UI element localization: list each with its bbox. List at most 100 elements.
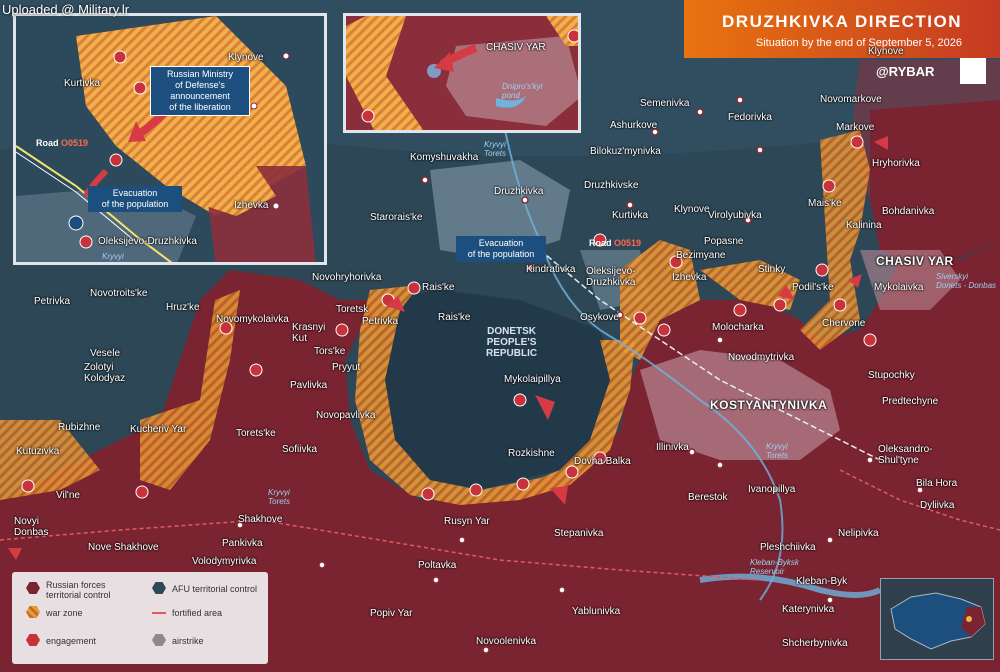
- settlement-label: Novopavlivka: [316, 410, 376, 421]
- mod-announcement-callout: Russian Ministry of Defense's announceme…: [150, 66, 250, 116]
- settlement-label: Tors'ke: [314, 346, 346, 357]
- legend-war-zone-swatch: [26, 606, 40, 618]
- river-label-3: Kryvyi Torets: [766, 442, 788, 460]
- settlement-label: Katerynivka: [782, 604, 835, 615]
- settlement-label: Kleban-Byk: [796, 576, 848, 587]
- inset-top-map: [346, 16, 578, 130]
- settlement-label: Rusyn Yar: [444, 516, 490, 527]
- settlement-label: Rozkishne: [508, 448, 555, 459]
- settlement-label: Ashurkove: [610, 120, 658, 131]
- settlement-label: Podil's'ke: [792, 282, 834, 293]
- map-title: Druzhkivka direction: [722, 12, 962, 31]
- airstrike-icon: [152, 634, 166, 646]
- settlement-label: Toretsk: [336, 304, 369, 315]
- settlement-label: Torets'ke: [236, 428, 276, 439]
- river-label-4: Siverskyi Donets - Donbas: [936, 272, 997, 290]
- settlement-label: Klynove: [868, 46, 904, 57]
- river-label-1: Kryvyi Torets: [484, 140, 506, 158]
- settlement-label: Zolotyi Kolodyaz: [84, 362, 126, 384]
- settlement-label: Popiv Yar: [370, 608, 413, 619]
- inset-river-label: Kryvyi Torets: [102, 252, 124, 262]
- map-subtitle: Situation by the end of September 5, 202…: [755, 37, 962, 49]
- settlement-label: Izhevka: [672, 272, 707, 283]
- legend-airstrike: airstrike: [172, 636, 204, 646]
- settlement-label: Bilokuz'mynivka: [590, 146, 661, 157]
- settlement-label: Kutuzivka: [16, 446, 60, 457]
- settlement-label: Druzhkivka: [494, 186, 544, 197]
- settlement-label: Hruz'ke: [166, 302, 200, 313]
- legend-fortified: fortified area: [172, 608, 223, 618]
- main-road-label: Road O0519: [589, 238, 642, 248]
- settlement-label: KOSTYANTYNIVKA: [710, 398, 828, 412]
- river-label-2: Kryvyi Torets: [268, 488, 290, 506]
- legend-russian: Russian forces territorial control: [46, 580, 111, 600]
- settlement-label: Sofiivka: [282, 444, 318, 455]
- settlement-label: Novodmytrivka: [728, 352, 795, 363]
- settlement-label: Dovha Balka: [574, 456, 631, 467]
- settlement-label: Rais'ke: [422, 282, 455, 293]
- settlement-label: Bila Hora: [916, 478, 958, 489]
- settlement-label: Nelipivka: [838, 528, 879, 539]
- settlement-label: Starorais'ke: [370, 212, 423, 223]
- inset-left: Klynove Kurtivka Izhevka Oleksijevo-Druz…: [14, 14, 326, 264]
- settlement-label: Mais'ke: [808, 198, 842, 209]
- inset-settlement-klynove: Klynove: [228, 52, 264, 63]
- settlement-label: Stepanivka: [554, 528, 604, 539]
- inset-top-city: CHASIV YAR: [486, 42, 546, 53]
- settlement-label: Yablunivka: [572, 606, 621, 617]
- settlement-label: Pryyut: [332, 362, 361, 373]
- settlement-label: CHASIV YAR: [876, 254, 954, 268]
- settlement-label: Kindrativka: [526, 264, 576, 275]
- legend-afu: AFU territorial control: [172, 584, 258, 594]
- main-evacuation-callout: Evacuation of the population: [456, 236, 546, 262]
- brand-logo: @RYBAR: [876, 64, 935, 79]
- settlement-label: Fedorivka: [728, 112, 772, 123]
- map-header: Druzhkivka direction Situation by the en…: [684, 0, 1000, 58]
- ukraine-outline-icon: [890, 592, 986, 650]
- settlement-label: Kucheriv Yar: [130, 424, 187, 435]
- inset-settlement-kurtivka: Kurtivka: [64, 78, 101, 89]
- settlement-label: Markove: [836, 122, 875, 133]
- settlement-label: Pankivka: [222, 538, 263, 549]
- settlement-label: Illinivka: [656, 442, 689, 453]
- settlement-label: Nove Shakhove: [88, 542, 159, 553]
- settlement-label: Pavlivka: [290, 380, 328, 391]
- settlement-label: Semenivka: [640, 98, 690, 109]
- settlement-label: Volodymyrivka: [192, 556, 257, 567]
- upload-watermark: Uploaded @ Military.lr: [2, 2, 130, 17]
- settlement-label: Kalinina: [846, 220, 882, 231]
- settlement-label: Ivanopillya: [748, 484, 796, 495]
- settlement-label: Oleksijevo- Druzhkivka: [586, 266, 636, 288]
- inset-settlement-izhevka: Izhevka: [234, 200, 269, 211]
- settlement-label: Vil'ne: [56, 490, 80, 501]
- river-label-5: Kleban-Byksk Reservoir: [750, 558, 799, 576]
- settlement-label: Klynove: [674, 204, 710, 215]
- settlement-label: Stinky: [758, 264, 786, 275]
- region-label: DONETSK PEOPLE'S REPUBLIC: [486, 326, 538, 359]
- ukraine-minimap: [880, 578, 994, 660]
- qr-code-icon: [960, 58, 986, 84]
- settlement-label: Berestok: [688, 492, 728, 503]
- settlement-label: Hryhorivka: [872, 158, 920, 169]
- inset-evacuation-callout: Evacuation of the population: [88, 186, 182, 212]
- settlement-label: Dyliivka: [920, 500, 955, 511]
- settlement-label: Oleksandro- Shul'tyne: [878, 444, 933, 466]
- engagement-icon: [26, 634, 40, 646]
- inset-settlement-oleksijevo: Oleksijevo-Druzhkivka: [98, 236, 197, 247]
- settlement-label: Osykove: [580, 312, 619, 323]
- settlement-label: Shcherbynivka: [782, 638, 848, 649]
- inset-top-pond: Dnipro's'kyi pond: [502, 82, 543, 100]
- settlement-label: Predtechyne: [882, 396, 939, 407]
- legend-afu-swatch: [152, 582, 166, 594]
- settlement-label: Mykolaipillya: [504, 374, 561, 385]
- settlement-label: Petrivka: [34, 296, 71, 307]
- settlement-label: Rais'ke: [438, 312, 471, 323]
- settlement-label: Popasne: [704, 236, 744, 247]
- settlement-label: Petrivka: [362, 316, 399, 327]
- settlement-label: Stupochky: [868, 370, 915, 381]
- legend: Russian forces territorial control AFU t…: [12, 572, 268, 664]
- settlement-label: Druzhkivske: [584, 180, 639, 191]
- settlement-label: Molocharka: [712, 322, 764, 333]
- settlement-label: Bezimyane: [676, 250, 726, 261]
- settlement-label: Bohdanivka: [882, 206, 935, 217]
